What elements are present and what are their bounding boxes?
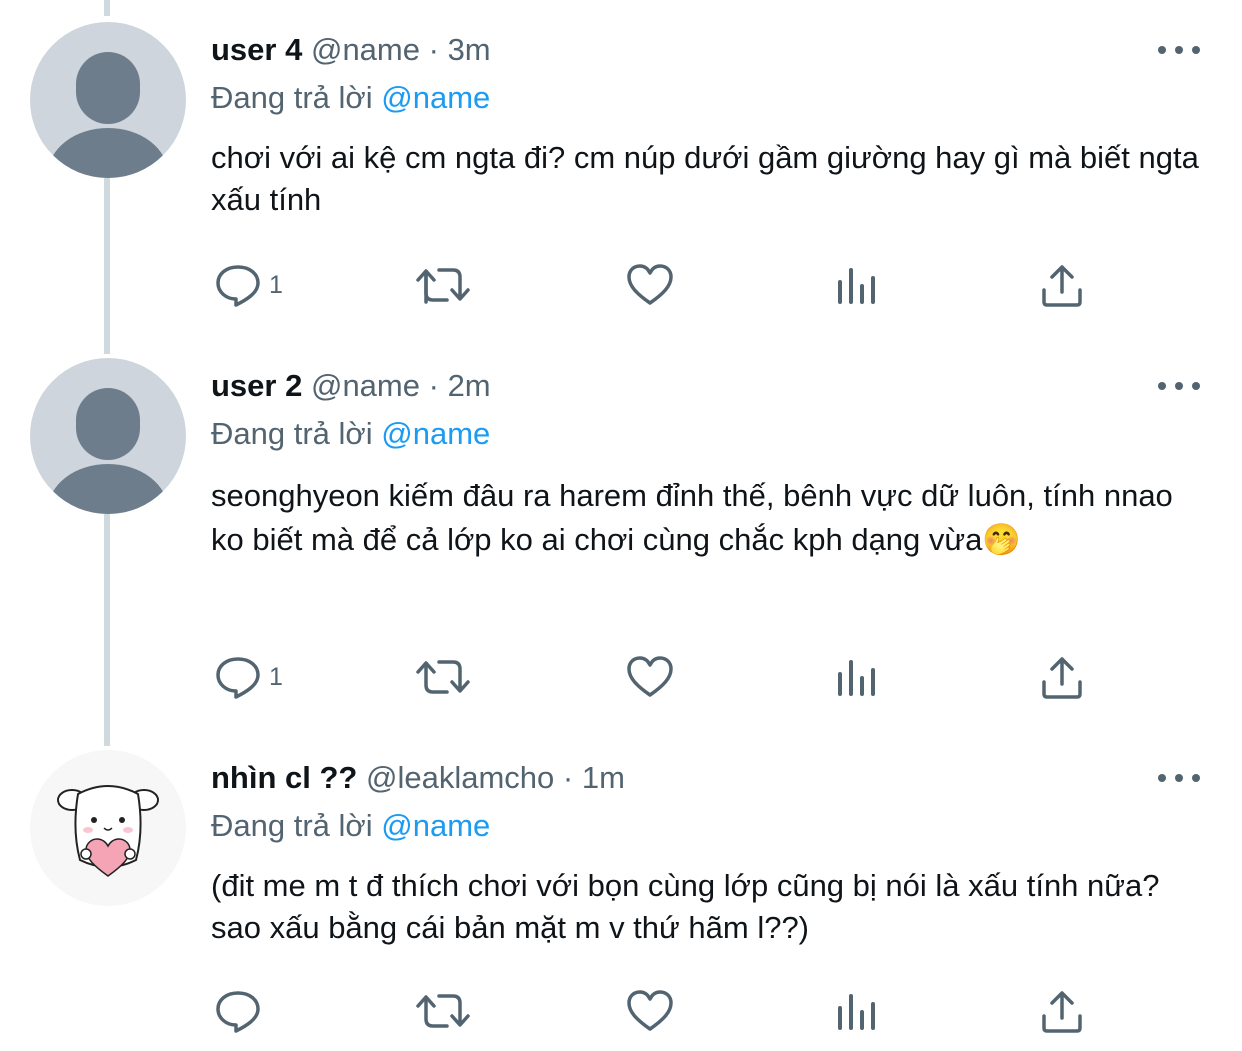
more-icon (1158, 774, 1166, 782)
replying-to: Đang trả lời @name (211, 412, 490, 456)
analytics-button[interactable] (833, 986, 879, 1036)
tweet-text: seonghyeon kiếm đâu ra harem đỉnh thế, b… (211, 478, 1173, 557)
share-button[interactable] (1039, 652, 1085, 702)
user-handle[interactable]: @name (311, 32, 420, 67)
retweet-button[interactable] (415, 652, 471, 702)
retweet-icon (416, 994, 470, 1028)
like-button[interactable] (625, 986, 675, 1036)
like-button[interactable] (625, 260, 675, 310)
heart-icon (627, 264, 673, 305)
display-name[interactable]: user 4 (211, 32, 302, 67)
action-bar: 1 (211, 652, 1111, 702)
more-button[interactable] (1158, 768, 1200, 788)
like-button[interactable] (625, 652, 675, 702)
analytics-button[interactable] (833, 652, 879, 702)
avatar[interactable] (30, 358, 186, 514)
reply-count: 1 (269, 270, 283, 299)
replying-to-label: Đang trả lời (211, 416, 373, 451)
reply-count: 1 (269, 662, 283, 691)
mention-link[interactable]: @name (381, 416, 490, 451)
user-handle[interactable]: @name (311, 368, 420, 403)
analytics-button[interactable] (833, 260, 879, 310)
replying-to: Đang trả lời @name (211, 804, 490, 848)
replying-to-label: Đang trả lời (211, 808, 373, 843)
timestamp[interactable]: 2m (448, 368, 491, 403)
replying-to: Đang trả lời @name (211, 76, 490, 120)
separator-dot: · (562, 760, 574, 795)
analytics-icon (838, 268, 875, 304)
reply-icon (216, 991, 260, 1033)
timestamp[interactable]: 1m (582, 760, 625, 795)
retweet-icon (416, 660, 470, 694)
share-button[interactable] (1039, 986, 1085, 1036)
mention-link[interactable]: @name (381, 808, 490, 843)
analytics-icon (838, 660, 875, 696)
reply-button[interactable]: 1 (215, 652, 283, 702)
default-avatar-icon (48, 388, 168, 514)
tweet-header: user 4 @name · 3m (211, 28, 491, 72)
share-icon (1042, 657, 1082, 699)
share-button[interactable] (1039, 260, 1085, 310)
action-bar (211, 986, 1111, 1036)
puppy-heart-avatar-icon (57, 785, 159, 877)
heart-icon (627, 656, 673, 697)
display-name[interactable]: user 2 (211, 368, 302, 403)
analytics-icon (838, 994, 875, 1030)
reply-icon (216, 657, 260, 699)
tweet-text: chơi với ai kệ cm ngta đi? cm núp dưới g… (211, 140, 1199, 217)
retweet-button[interactable] (415, 986, 471, 1036)
tweet[interactable]: nhìn cl ?? @leaklamcho · 1m Đang trả lời… (0, 750, 1242, 1050)
reply-button[interactable] (215, 986, 269, 1036)
retweet-button[interactable] (415, 260, 471, 310)
reply-icon (216, 265, 260, 307)
avatar[interactable] (30, 750, 186, 906)
thread-line (104, 0, 110, 16)
timestamp[interactable]: 3m (448, 32, 491, 67)
retweet-icon (416, 268, 470, 304)
more-icon (1158, 382, 1166, 390)
more-button[interactable] (1158, 376, 1200, 396)
replying-to-label: Đang trả lời (211, 80, 373, 115)
tweet-header: user 2 @name · 2m (211, 364, 491, 408)
share-icon (1042, 991, 1082, 1033)
action-bar: 1 (211, 260, 1111, 310)
more-button[interactable] (1158, 40, 1200, 60)
display-name[interactable]: nhìn cl ?? (211, 760, 357, 795)
mention-link[interactable]: @name (381, 80, 490, 115)
user-handle[interactable]: @leaklamcho (366, 760, 554, 795)
tweet-text: (đit me m t đ thích chơi với bọn cùng lớ… (211, 868, 1160, 945)
reply-button[interactable]: 1 (215, 260, 283, 310)
separator-dot: · (428, 32, 439, 67)
heart-icon (627, 990, 673, 1031)
separator-dot: · (428, 368, 439, 403)
share-icon (1042, 265, 1082, 307)
avatar[interactable] (30, 22, 186, 178)
more-icon (1158, 46, 1166, 54)
tweet-header: nhìn cl ?? @leaklamcho · 1m (211, 756, 625, 800)
tweet[interactable]: user 4 @name · 3m Đang trả lời @name chơ… (0, 22, 1242, 322)
default-avatar-icon (48, 52, 168, 178)
tweet[interactable]: user 2 @name · 2m Đang trả lời @name seo… (0, 358, 1242, 718)
